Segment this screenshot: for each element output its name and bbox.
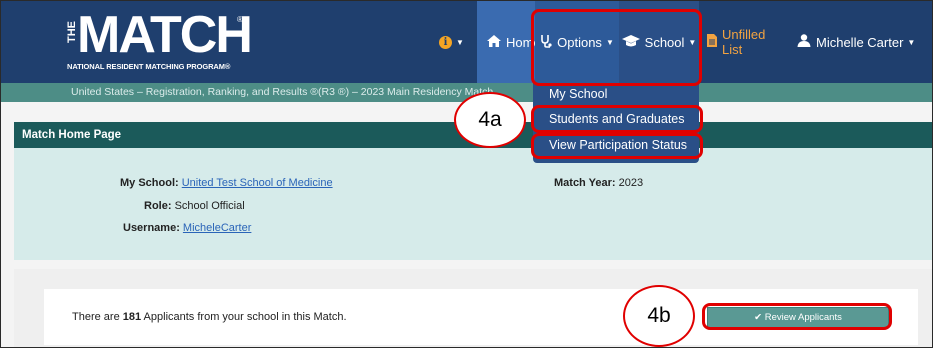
home-icon: [487, 34, 501, 50]
nav-user-label: Michelle Carter: [816, 34, 904, 50]
role-value: School Official: [174, 200, 245, 212]
nav-unfilled-list[interactable]: Unfilled List: [707, 1, 787, 83]
school-info-panel: My School: United Test School of Medicin…: [14, 148, 932, 260]
annotation-callout-4b: 4b: [623, 285, 695, 347]
my-school-label: My School:: [120, 177, 179, 189]
menu-item-my-school[interactable]: My School: [549, 87, 607, 101]
context-text: United States – Registration, Ranking, a…: [71, 86, 494, 98]
role-label: Role:: [144, 200, 172, 212]
chevron-down-icon: ▼: [456, 37, 464, 47]
my-school-link[interactable]: United Test School of Medicine: [182, 177, 333, 189]
logo-subtitle: NATIONAL RESIDENT MATCHING PROGRAM®: [67, 62, 231, 71]
annotation-box-review: [702, 303, 892, 330]
user-icon: [797, 34, 811, 50]
annotation-callout-4a: 4a: [454, 92, 526, 148]
annotation-box-students: [531, 105, 703, 133]
username-label: Username:: [123, 222, 180, 234]
nav-user-menu[interactable]: Michelle Carter ▼: [797, 1, 922, 83]
nav-home[interactable]: Home: [477, 1, 541, 83]
summary-suffix: Applicants from your school in this Matc…: [141, 311, 347, 323]
my-school-row: My School: United Test School of Medicin…: [120, 177, 333, 189]
role-row: Role: School Official: [144, 200, 245, 212]
match-year-label: Match Year:: [554, 177, 616, 189]
applicant-count: 181: [122, 311, 142, 323]
applicant-summary: There are 181 Applicants from your schoo…: [72, 311, 347, 323]
page-title: Match Home Page: [22, 129, 122, 141]
annotation-box-nav: [531, 9, 702, 86]
logo-the: THE: [66, 21, 78, 43]
document-icon: [707, 34, 717, 50]
nav-unfilled-label: Unfilled List: [722, 27, 766, 57]
annotation-box-participation: [531, 133, 703, 159]
info-icon: i: [439, 35, 453, 49]
logo-registered: ®: [237, 15, 243, 24]
logo-match: MATCH: [77, 6, 253, 64]
app-window: THE MATCH ® NATIONAL RESIDENT MATCHING P…: [0, 0, 933, 348]
match-year-row: Match Year: 2023: [554, 177, 643, 189]
summary-prefix: There are: [72, 311, 123, 323]
username-row: Username: MicheleCarter: [123, 222, 251, 234]
match-year-value: 2023: [618, 177, 644, 189]
username-link[interactable]: MicheleCarter: [183, 222, 251, 234]
info-menu[interactable]: i ▼: [429, 1, 474, 83]
top-navbar: THE MATCH ® NATIONAL RESIDENT MATCHING P…: [1, 1, 932, 83]
chevron-down-icon: ▼: [907, 37, 916, 47]
